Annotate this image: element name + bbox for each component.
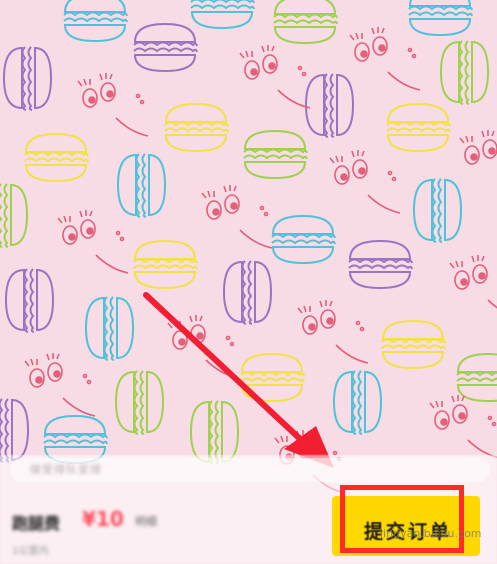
delivery-fee-label: 跑腿费 <box>12 514 61 533</box>
watermark-text: jingyan.baidu.com <box>380 527 482 540</box>
delivery-fee-value: ¥10 <box>82 507 124 531</box>
fee-detail-link[interactable]: 明细 <box>135 513 157 529</box>
order-note-placeholder: 接受排队安排 <box>30 463 102 476</box>
distance-info: 1公里内 <box>12 546 49 557</box>
